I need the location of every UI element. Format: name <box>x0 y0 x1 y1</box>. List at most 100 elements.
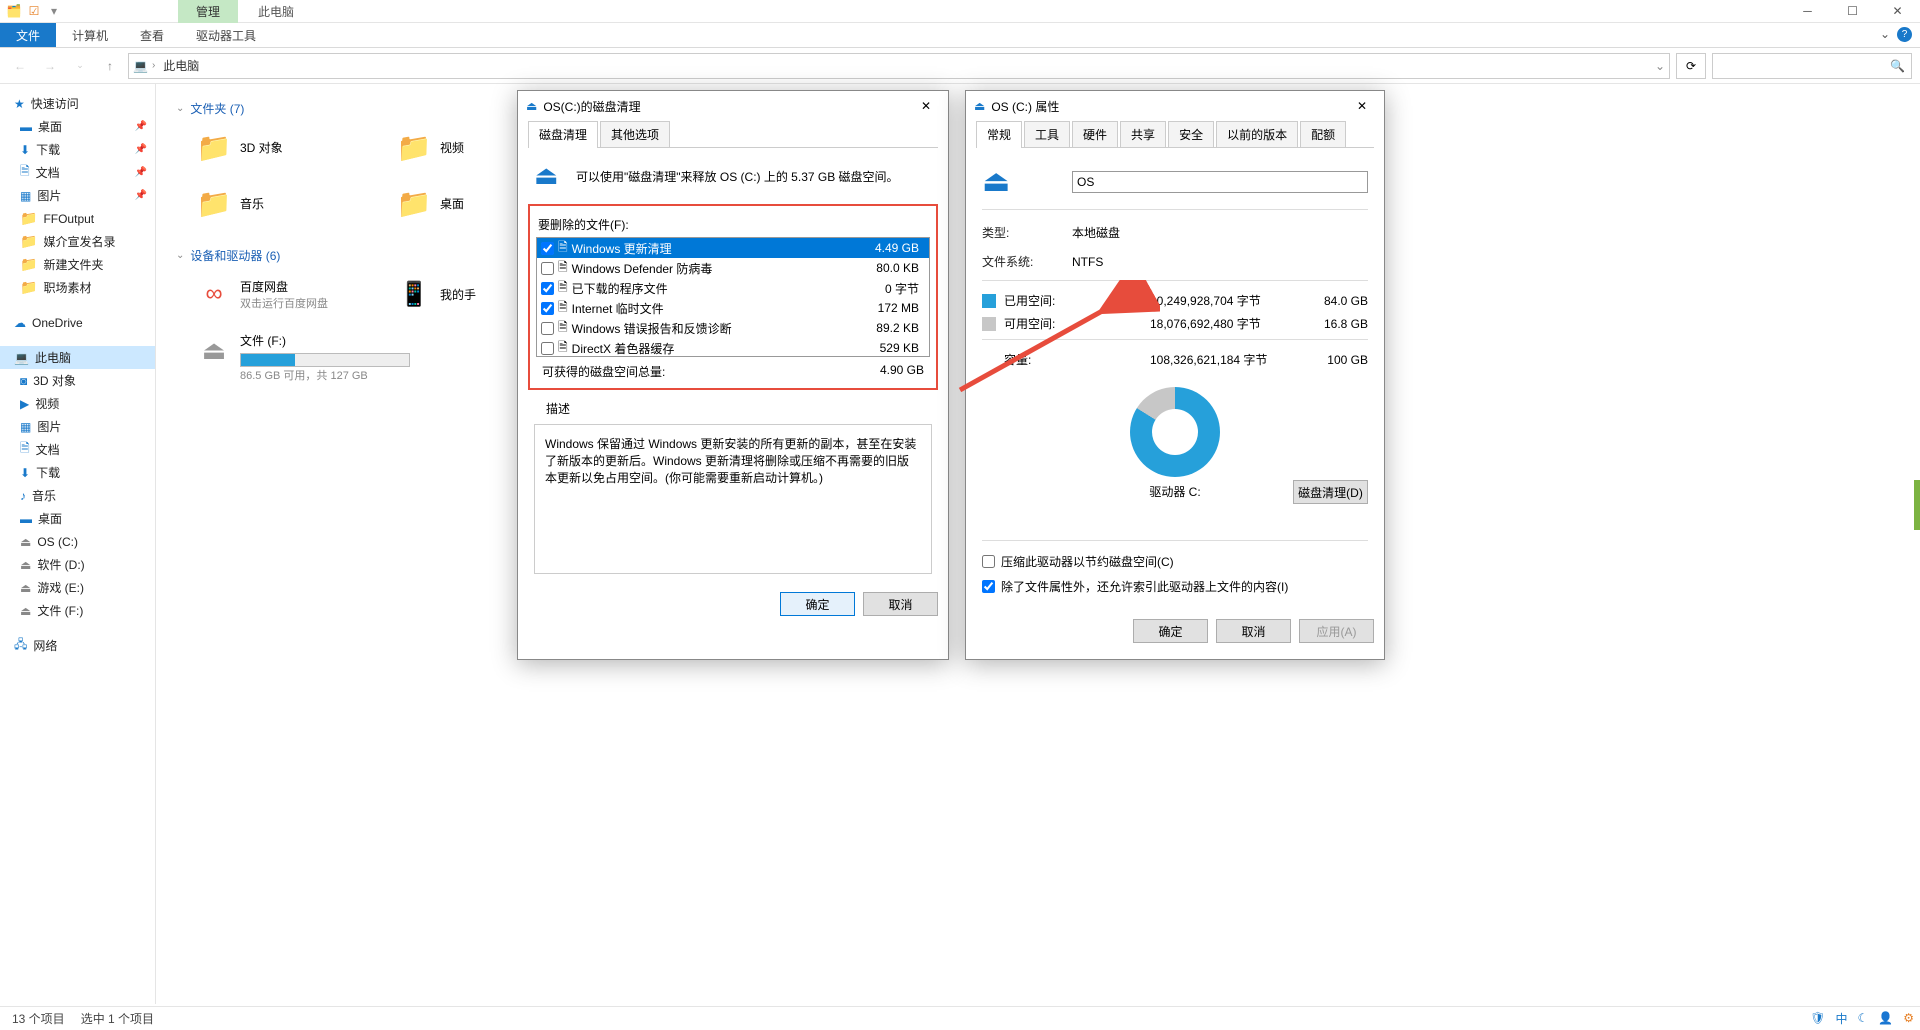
disk-cleanup-button[interactable]: 磁盘清理(D) <box>1293 480 1368 504</box>
properties-tab[interactable]: 工具 <box>1024 121 1070 148</box>
contextual-tab-manage: 管理 <box>178 0 238 24</box>
breadcrumb-chevron-icon[interactable]: › <box>152 60 155 71</box>
index-checkbox[interactable] <box>982 580 995 593</box>
sidebar-item-video[interactable]: ▶视频 <box>0 392 155 415</box>
tab-computer[interactable]: 计算机 <box>56 23 124 47</box>
back-button[interactable]: ← <box>8 54 32 78</box>
sidebar-item-pictures[interactable]: ▦图片📌 <box>0 184 155 207</box>
sidebar-item-documents2[interactable]: 🗎文档 <box>0 438 155 461</box>
close-button[interactable]: ✕ <box>1348 96 1376 116</box>
file-list-row[interactable]: 🗎已下载的程序文件0 字节 <box>537 278 929 298</box>
breadcrumb[interactable]: 此电脑 <box>159 57 203 74</box>
sidebar-item-workplace[interactable]: 📁职场素材 <box>0 276 155 299</box>
sidebar-item-desktop[interactable]: ▬桌面📌 <box>0 115 155 138</box>
folder-3d[interactable]: 📁3D 对象 <box>196 129 356 165</box>
file-checkbox[interactable] <box>541 282 554 295</box>
tab-more-options[interactable]: 其他选项 <box>600 121 670 148</box>
file-list-row[interactable]: 🗎Internet 临时文件172 MB <box>537 298 929 318</box>
help-icon[interactable]: ? <box>1897 27 1912 42</box>
refresh-button[interactable]: ⟳ <box>1676 53 1706 79</box>
sidebar-item-ffoutput[interactable]: 📁FFOutput <box>0 207 155 230</box>
tab-file[interactable]: 文件 <box>0 23 56 47</box>
cancel-button[interactable]: 取消 <box>1216 619 1291 643</box>
file-name: 已下载的程序文件 <box>572 280 668 297</box>
dropdown-qa-icon[interactable]: ▾ <box>46 3 62 19</box>
file-checkbox[interactable] <box>541 322 554 335</box>
tray-gear-icon[interactable]: ⚙ <box>1903 1011 1914 1025</box>
folder-music[interactable]: 📁音乐 <box>196 185 356 221</box>
system-tray: 🛡 中 ☾ 👤 ⚙ <box>1810 1006 1914 1030</box>
volume-name-input[interactable] <box>1072 171 1368 193</box>
properties-tab[interactable]: 以前的版本 <box>1216 121 1298 148</box>
sidebar-item-documents[interactable]: 🗎文档📌 <box>0 161 155 184</box>
description-text: Windows 保留通过 Windows 更新安装的所有更新的副本，甚至在安装了… <box>545 437 916 485</box>
properties-tab[interactable]: 硬件 <box>1072 121 1118 148</box>
sidebar-item-soft[interactable]: ⏏软件 (D:) <box>0 553 155 576</box>
sidebar-item-label: 桌面 <box>38 118 62 135</box>
maximize-button[interactable]: ☐ <box>1830 0 1875 23</box>
sidebar-item-downloads[interactable]: ⬇下载📌 <box>0 138 155 161</box>
ok-button[interactable]: 确定 <box>1133 619 1208 643</box>
sidebar-item-filef[interactable]: ⏏文件 (F:) <box>0 599 155 622</box>
tab-disk-cleanup[interactable]: 磁盘清理 <box>528 121 598 148</box>
ribbon-collapse-icon[interactable]: ⌄ <box>1880 27 1890 41</box>
sidebar-onedrive[interactable]: ☁OneDrive <box>0 311 155 334</box>
sidebar-item-music[interactable]: ♪音乐 <box>0 484 155 507</box>
tray-ime-icon[interactable]: 中 <box>1836 1010 1848 1027</box>
file-checkbox[interactable] <box>541 342 554 355</box>
dialog-titlebar[interactable]: ⏏ OS(C:)的磁盘清理 ✕ <box>518 91 948 121</box>
disk-cleanup-dialog: ⏏ OS(C:)的磁盘清理 ✕ 磁盘清理 其他选项 ⏏ 可以使用"磁盘清理"来释… <box>517 90 949 660</box>
close-button[interactable]: ✕ <box>912 96 940 116</box>
checkbox-qa-icon[interactable]: ☑ <box>26 3 42 19</box>
free-space-row: 可用空间:18,076,692,480 字节16.8 GB <box>982 312 1368 335</box>
tray-shield-icon[interactable]: 🛡 <box>1810 1011 1825 1025</box>
device-baidu[interactable]: ∞百度网盘双击运行百度网盘 <box>196 276 356 312</box>
sidebar-this-pc[interactable]: 💻此电脑 <box>0 346 155 369</box>
dialog-titlebar[interactable]: ⏏ OS (C:) 属性 ✕ <box>966 91 1384 121</box>
address-bar[interactable]: 💻 › 此电脑 ⌄ <box>128 53 1670 79</box>
close-button[interactable]: ✕ <box>1875 0 1920 23</box>
file-label: 音乐 <box>240 195 264 212</box>
properties-tab[interactable]: 配额 <box>1300 121 1346 148</box>
file-checkbox[interactable] <box>541 302 554 315</box>
drive-filef[interactable]: ⏏ 文件 (F:) 86.5 GB 可用，共 127 GB <box>196 332 456 383</box>
tray-moon-icon[interactable]: ☾ <box>1858 1011 1869 1025</box>
properties-tab[interactable]: 安全 <box>1168 121 1214 148</box>
search-input[interactable]: 🔍 <box>1712 53 1912 79</box>
sidebar-item-pictures2[interactable]: ▦图片 <box>0 415 155 438</box>
tab-view[interactable]: 查看 <box>124 23 180 47</box>
properties-tab[interactable]: 共享 <box>1120 121 1166 148</box>
total-value: 4.90 GB <box>880 363 924 380</box>
forward-button[interactable]: → <box>38 54 62 78</box>
file-checkbox[interactable] <box>541 242 554 255</box>
file-list-row[interactable]: 🗎Windows Defender 防病毒80.0 KB <box>537 258 929 278</box>
sidebar-item-desktop2[interactable]: ▬桌面 <box>0 507 155 530</box>
minimize-button[interactable]: ─ <box>1785 0 1830 23</box>
ok-button[interactable]: 确定 <box>780 592 855 616</box>
file-checkbox[interactable] <box>541 262 554 275</box>
window-controls: ─ ☐ ✕ <box>1785 0 1920 23</box>
tray-user-icon[interactable]: 👤 <box>1878 1011 1893 1025</box>
compress-checkbox[interactable] <box>982 555 995 568</box>
sidebar-item-newfolder[interactable]: 📁新建文件夹 <box>0 253 155 276</box>
files-listbox[interactable]: 🗎Windows 更新清理4.49 GB🗎Windows Defender 防病… <box>536 237 930 357</box>
recent-dropdown-icon[interactable]: ⌄ <box>68 54 92 78</box>
file-list-row[interactable]: 🗎DirectX 着色器缓存529 KB <box>537 338 929 357</box>
properties-tab[interactable]: 常规 <box>976 121 1022 148</box>
file-size: 89.2 KB <box>876 321 925 335</box>
sidebar-network[interactable]: 🖧网络 <box>0 634 155 657</box>
up-button[interactable]: ↑ <box>98 54 122 78</box>
sidebar-item-media[interactable]: 📁媒介宣发名录 <box>0 230 155 253</box>
cancel-button[interactable]: 取消 <box>863 592 938 616</box>
file-list-row[interactable]: 🗎Windows 更新清理4.49 GB <box>537 238 929 258</box>
file-list-row[interactable]: 🗎Windows 错误报告和反馈诊断89.2 KB <box>537 318 929 338</box>
address-dropdown-icon[interactable]: ⌄ <box>1655 59 1665 73</box>
sidebar-quick-access[interactable]: ★快速访问 <box>0 92 155 115</box>
description-box: Windows 保留通过 Windows 更新安装的所有更新的副本，甚至在安装了… <box>534 424 932 574</box>
apply-button[interactable]: 应用(A) <box>1299 619 1374 643</box>
tab-drive-tools[interactable]: 驱动器工具 <box>180 23 272 47</box>
sidebar-item-downloads2[interactable]: ⬇下载 <box>0 461 155 484</box>
sidebar-item-3d[interactable]: ◙3D 对象 <box>0 369 155 392</box>
sidebar-item-osc[interactable]: ⏏OS (C:) <box>0 530 155 553</box>
sidebar-item-game[interactable]: ⏏游戏 (E:) <box>0 576 155 599</box>
